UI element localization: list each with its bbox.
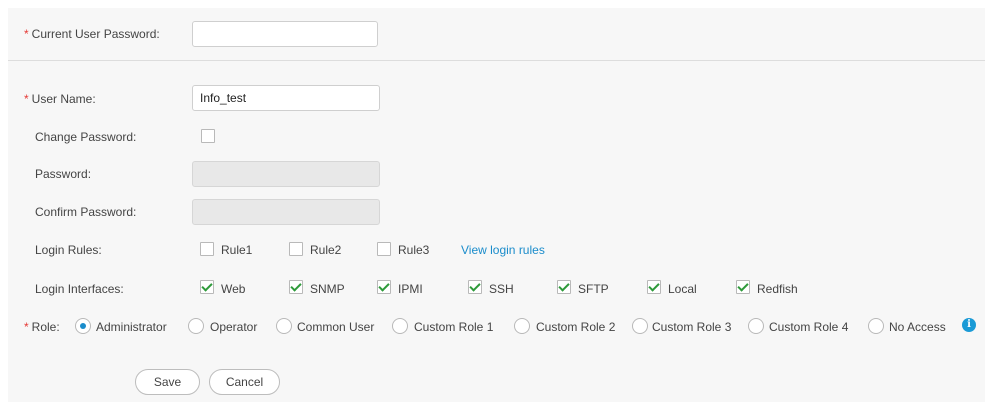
- required-mark: *: [24, 27, 29, 41]
- current-password-input[interactable]: [192, 21, 378, 47]
- ipmi-label: IPMI: [398, 282, 423, 296]
- confirm-password-input: [192, 199, 380, 225]
- role-radio-custom-role-4[interactable]: [748, 318, 764, 334]
- role-radio-custom-role-2[interactable]: [514, 318, 530, 334]
- role-radio-administrator[interactable]: [75, 318, 91, 334]
- view-login-rules-link[interactable]: View login rules: [461, 243, 545, 257]
- role-radio-no-access[interactable]: [868, 318, 884, 334]
- required-mark: *: [24, 320, 29, 334]
- role-label-custom-role-2: Custom Role 2: [536, 320, 616, 334]
- web-label: Web: [221, 282, 246, 296]
- role-radio-common-user[interactable]: [276, 318, 292, 334]
- redfish-checkbox[interactable]: [736, 280, 750, 294]
- rule2-label: Rule2: [310, 243, 342, 257]
- role-radio-custom-role-1[interactable]: [392, 318, 408, 334]
- role-label-administrator: Administrator: [96, 320, 167, 334]
- role-label-custom-role-1: Custom Role 1: [414, 320, 494, 334]
- role-label-no-access: No Access: [889, 320, 946, 334]
- ipmi-checkbox[interactable]: [377, 280, 391, 294]
- login-interfaces-label: Login Interfaces:: [35, 282, 124, 296]
- info-icon[interactable]: i: [962, 318, 976, 332]
- sftp-label: SFTP: [578, 282, 609, 296]
- role-label-operator: Operator: [210, 320, 258, 334]
- user-name-input[interactable]: [192, 85, 380, 111]
- login-rules-label: Login Rules:: [35, 243, 102, 257]
- role-label-custom-role-4: Custom Role 4: [769, 320, 849, 334]
- rule3-label: Rule3: [398, 243, 430, 257]
- ssh-checkbox[interactable]: [468, 280, 482, 294]
- save-button[interactable]: Save: [135, 369, 200, 395]
- ssh-label: SSH: [489, 282, 514, 296]
- redfish-label: Redfish: [757, 282, 798, 296]
- rule3-checkbox[interactable]: [377, 242, 391, 256]
- role-radio-custom-role-3[interactable]: [632, 318, 648, 334]
- role-label-common-user: Common User: [297, 320, 375, 334]
- section-divider: [8, 60, 985, 61]
- local-label: Local: [668, 282, 697, 296]
- password-label: Password:: [35, 167, 92, 181]
- local-checkbox[interactable]: [647, 280, 661, 294]
- current-password-label: * Current User Password:: [24, 27, 160, 41]
- role-radio-operator[interactable]: [188, 318, 204, 334]
- snmp-label: SNMP: [310, 282, 345, 296]
- rule1-checkbox[interactable]: [200, 242, 214, 256]
- form-panel: [8, 8, 985, 402]
- web-checkbox[interactable]: [200, 280, 214, 294]
- cancel-button[interactable]: Cancel: [209, 369, 280, 395]
- change-password-checkbox[interactable]: [201, 129, 215, 143]
- snmp-checkbox[interactable]: [289, 280, 303, 294]
- sftp-checkbox[interactable]: [557, 280, 571, 294]
- user-name-label: * User Name:: [24, 92, 96, 106]
- password-input: [192, 161, 380, 187]
- rule1-label: Rule1: [221, 243, 253, 257]
- role-label: * Role:: [24, 320, 60, 334]
- role-label-custom-role-3: Custom Role 3: [652, 320, 732, 334]
- confirm-password-label: Confirm Password:: [35, 205, 137, 219]
- change-password-label: Change Password:: [35, 130, 137, 144]
- rule2-checkbox[interactable]: [289, 242, 303, 256]
- required-mark: *: [24, 92, 29, 106]
